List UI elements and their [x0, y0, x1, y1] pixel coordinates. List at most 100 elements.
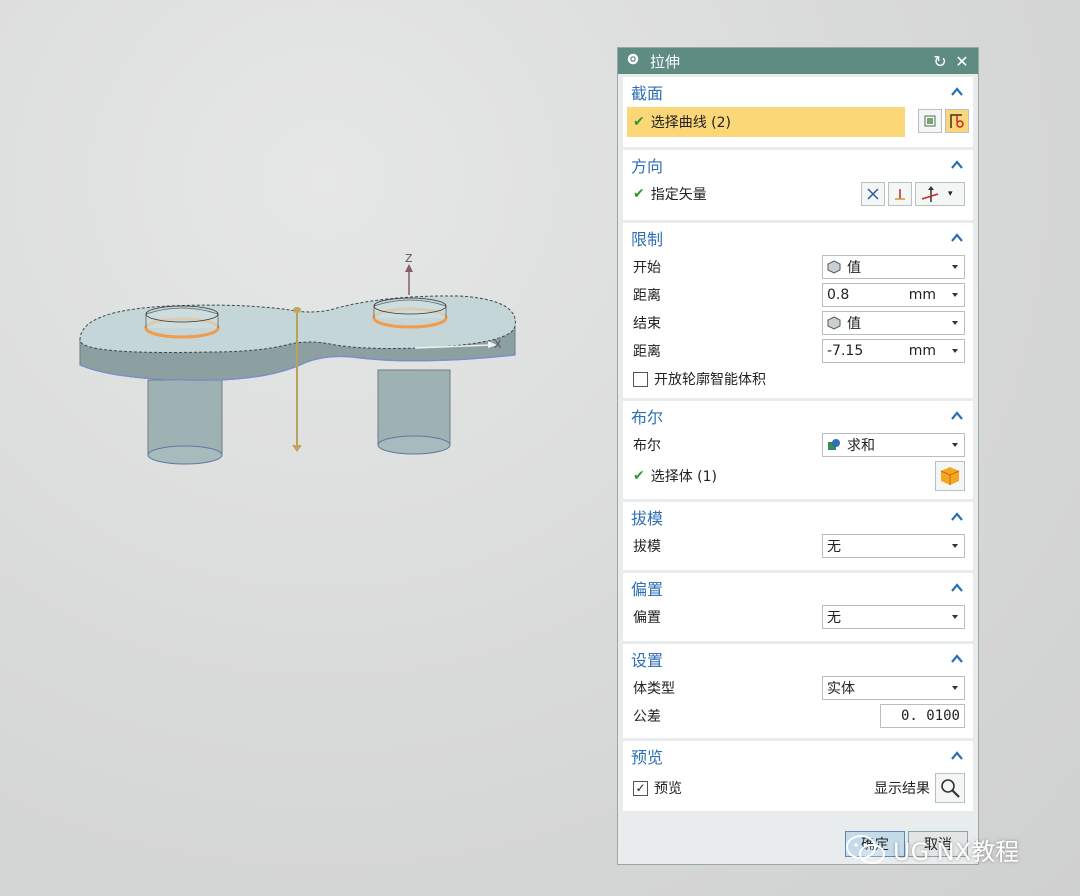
- open-profile-label: 开放轮廓智能体积: [654, 372, 766, 388]
- start-value: 值: [847, 260, 861, 276]
- curve-select-icon[interactable]: [945, 109, 969, 133]
- distance1-label: 距离: [633, 288, 661, 304]
- end-combo[interactable]: 值: [822, 311, 965, 335]
- select-curve-row[interactable]: ✔ 选择曲线 (2): [627, 107, 969, 137]
- start-row: 开始 值: [623, 253, 973, 281]
- draft-row: 拔模 无: [623, 532, 973, 560]
- offset-combo[interactable]: 无: [822, 605, 965, 629]
- check-icon: ✔: [633, 186, 645, 202]
- collapse-icon[interactable]: [949, 749, 965, 763]
- boolean-title: 布尔: [631, 408, 664, 427]
- vector-icon: [921, 186, 939, 202]
- section-group: 截面 ✔ 选择曲线 (2): [623, 77, 973, 147]
- settings-header[interactable]: 设置: [623, 644, 973, 674]
- offset-row: 偏置 无: [623, 603, 973, 631]
- distance2-input[interactable]: -7.15 mm: [822, 339, 965, 363]
- distance2-unit: mm: [908, 343, 936, 359]
- distance1-input[interactable]: 0.8 mm: [822, 283, 965, 307]
- show-result-button[interactable]: [935, 773, 965, 803]
- offset-value: 无: [827, 610, 841, 626]
- magnifier-icon: [941, 779, 960, 798]
- boolean-combo[interactable]: 求和: [822, 433, 965, 457]
- boolean-header[interactable]: 布尔: [623, 401, 973, 431]
- collapse-icon[interactable]: [949, 231, 965, 245]
- close-icon[interactable]: ✕: [954, 52, 970, 71]
- specify-vector-label: 指定矢量: [650, 187, 707, 203]
- distance1-value: 0.8: [827, 287, 850, 303]
- select-body-row: ✔ 选择体 (1): [623, 459, 973, 493]
- dialog-titlebar[interactable]: 拉伸 ↻ ✕: [618, 48, 978, 74]
- select-body-label: 选择体 (1): [650, 469, 718, 485]
- value-icon: [827, 316, 841, 330]
- preview-checkbox[interactable]: ✓: [633, 780, 648, 796]
- draft-value: 无: [827, 539, 841, 555]
- preview-header[interactable]: 预览: [623, 741, 973, 771]
- preview-group: 预览 ✓ 预览 显示结果: [623, 741, 973, 811]
- offset-header[interactable]: 偏置: [623, 573, 973, 603]
- settings-group: 设置 体类型 实体 公差 0. 0100: [623, 644, 973, 738]
- watermark: UG NX教程: [845, 832, 1019, 867]
- collapse-icon[interactable]: [949, 409, 965, 423]
- body-type-row: 体类型 实体: [623, 674, 973, 702]
- dialog-title: 拉伸: [650, 52, 681, 71]
- watermark-text: UG NX教程: [893, 838, 1020, 866]
- collapse-icon[interactable]: [949, 85, 965, 99]
- preview-title: 预览: [631, 748, 664, 767]
- distance2-label: 距离: [633, 344, 661, 360]
- collapse-icon[interactable]: [949, 510, 965, 524]
- boolean-group: 布尔 布尔 求和 ✔ 选择体 (1): [623, 401, 973, 499]
- sketch-section-icon[interactable]: [918, 109, 942, 133]
- start-combo[interactable]: 值: [822, 255, 965, 279]
- body-type-combo[interactable]: 实体: [822, 676, 965, 700]
- tolerance-label: 公差: [633, 709, 661, 725]
- settings-title: 设置: [631, 651, 664, 670]
- draft-header[interactable]: 拔模: [623, 502, 973, 532]
- collapse-icon[interactable]: [949, 581, 965, 595]
- select-body-icon[interactable]: [935, 461, 965, 491]
- unite-icon: [828, 439, 840, 450]
- direction-group: 方向 ✔ 指定矢量 ▾: [623, 150, 973, 220]
- tolerance-input[interactable]: 0. 0100: [880, 704, 965, 728]
- start-label: 开始: [633, 260, 661, 276]
- collapse-icon[interactable]: [949, 652, 965, 666]
- axis-z-label: Z: [405, 252, 413, 265]
- vector-dialog-icon[interactable]: [888, 182, 912, 206]
- extrude-model[interactable]: Z X: [60, 240, 550, 480]
- vector-type-dropdown[interactable]: ▾: [915, 182, 965, 206]
- direction-title: 方向: [631, 157, 664, 176]
- direction-header[interactable]: 方向: [623, 150, 973, 180]
- tolerance-row: 公差 0. 0100: [623, 702, 973, 730]
- collapse-icon[interactable]: [949, 158, 965, 172]
- offset-title: 偏置: [631, 580, 664, 599]
- distance1-unit: mm: [908, 287, 936, 303]
- wechat-icon: [846, 834, 885, 864]
- section-header[interactable]: 截面: [623, 77, 973, 107]
- axis-x-label: X: [494, 338, 502, 351]
- offset-group: 偏置 偏置 无: [623, 573, 973, 641]
- open-profile-row: 开放轮廓智能体积: [623, 365, 973, 393]
- end-row: 结束 值: [623, 309, 973, 337]
- preview-label: 预览: [654, 781, 682, 797]
- distance2-row: 距离 -7.15 mm: [623, 337, 973, 365]
- boolean-row: 布尔 求和: [623, 431, 973, 459]
- distance1-row: 距离 0.8 mm: [623, 281, 973, 309]
- select-curve-field[interactable]: ✔ 选择曲线 (2): [627, 107, 905, 137]
- show-result-label: 显示结果: [874, 781, 930, 797]
- preview-row: ✓ 预览 显示结果: [623, 771, 973, 805]
- limits-header[interactable]: 限制: [623, 223, 973, 253]
- open-profile-checkbox[interactable]: [633, 371, 648, 387]
- boolean-label: 布尔: [633, 438, 661, 454]
- boolean-value: 求和: [847, 438, 875, 454]
- draft-title: 拔模: [631, 509, 664, 528]
- limits-title: 限制: [631, 230, 664, 249]
- check-icon: ✔: [633, 114, 645, 130]
- specify-vector-row: ✔ 指定矢量 ▾: [623, 180, 973, 208]
- reset-icon[interactable]: ↻: [932, 52, 948, 71]
- select-curve-label: 选择曲线 (2): [650, 115, 732, 131]
- extrude-dialog: 拉伸 ↻ ✕ 截面 ✔ 选择曲线 (2) 方向 ✔ 指定矢量 ▾ 限制 开始 值…: [617, 47, 979, 865]
- gear-icon: [626, 52, 640, 70]
- end-label: 结束: [633, 316, 661, 332]
- draft-combo[interactable]: 无: [822, 534, 965, 558]
- reverse-direction-icon[interactable]: [861, 182, 885, 206]
- draft-group: 拔模 拔模 无: [623, 502, 973, 570]
